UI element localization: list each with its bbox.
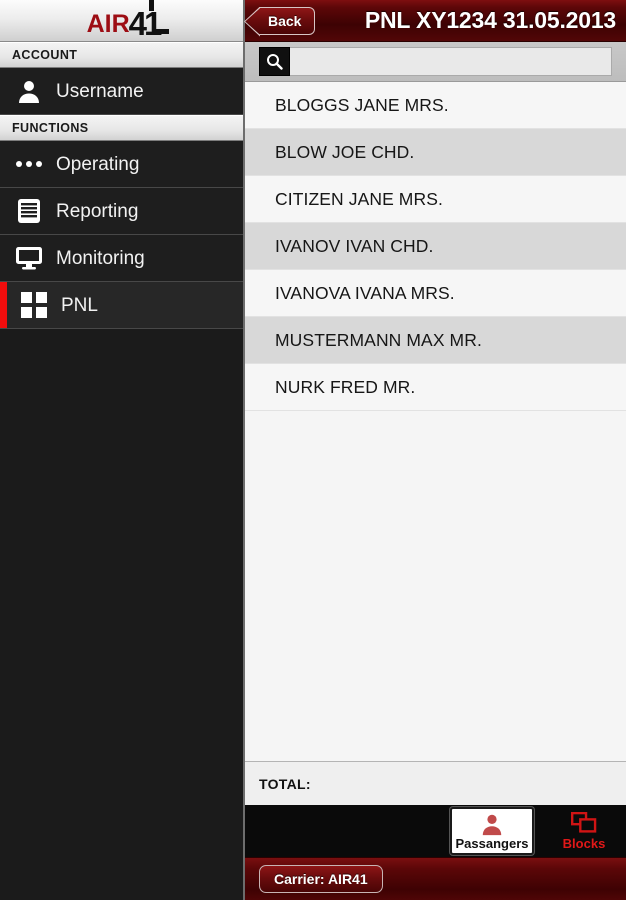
list-item[interactable]: NURK FRED MR. — [245, 364, 626, 411]
search-input[interactable] — [290, 47, 612, 76]
sidebar-item-operating[interactable]: Operating — [0, 141, 243, 188]
sidebar-section-account: ACCOUNT — [0, 42, 243, 68]
user-icon — [14, 76, 44, 106]
sidebar-item-pnl[interactable]: PNL — [0, 282, 243, 329]
logo-number-text: 41 — [128, 4, 163, 42]
tab-blocks[interactable]: Blocks — [542, 807, 626, 855]
back-button[interactable]: Back — [259, 6, 316, 35]
app-logo: AIR 41 — [0, 0, 243, 42]
page-title: PNL XY1234 31.05.2013 — [364, 7, 616, 33]
back-button-label: Back — [268, 12, 302, 29]
list-item[interactable]: BLOGGS JANE MRS. — [245, 82, 626, 129]
search-icon — [267, 54, 283, 70]
sidebar-item-reporting-label: Reporting — [56, 200, 139, 222]
grid-icon — [19, 290, 49, 320]
page-footer: Carrier: AIR41 — [245, 857, 626, 900]
passenger-list[interactable]: BLOGGS JANE MRS. BLOW JOE CHD. CITIZEN J… — [245, 82, 626, 761]
sidebar-item-monitoring[interactable]: Monitoring — [0, 235, 243, 282]
sidebar-section-functions: FUNCTIONS — [0, 115, 243, 141]
person-icon — [482, 814, 502, 836]
search-bar — [245, 42, 626, 82]
carrier-button[interactable]: Carrier: AIR41 — [259, 865, 383, 893]
document-icon — [14, 196, 44, 226]
logo-brand-text: AIR — [86, 9, 130, 38]
list-item[interactable]: MUSTERMANN MAX MR. — [245, 317, 626, 364]
sidebar: AIR 41 ACCOUNT Username FUNCTIONS Operat… — [0, 0, 245, 900]
total-row: TOTAL: — [245, 761, 626, 805]
app-window: AIR 41 ACCOUNT Username FUNCTIONS Operat… — [0, 0, 626, 900]
tab-passengers-label: Passangers — [455, 836, 529, 851]
sidebar-item-monitoring-label: Monitoring — [56, 247, 145, 269]
sidebar-item-username-label: Username — [56, 80, 144, 102]
list-item[interactable]: BLOW JOE CHD. — [245, 129, 626, 176]
tab-passengers[interactable]: Passangers — [450, 807, 534, 855]
logo-accent-bar-vertical — [149, 0, 155, 11]
search-button[interactable] — [259, 47, 290, 76]
list-item[interactable]: CITIZEN JANE MRS. — [245, 176, 626, 223]
tab-blocks-label: Blocks — [562, 836, 606, 851]
sidebar-item-username[interactable]: Username — [0, 68, 243, 115]
monitor-icon — [14, 243, 44, 273]
main-panel: Back PNL XY1234 31.05.2013 BLOGGS JANE M… — [245, 0, 626, 900]
total-label: TOTAL: — [259, 775, 311, 792]
list-item[interactable]: IVANOVA IVANA MRS. — [245, 270, 626, 317]
bottom-tab-bar: Passangers Blocks — [245, 805, 626, 857]
list-item[interactable]: IVANOV IVAN CHD. — [245, 223, 626, 270]
sidebar-item-pnl-label: PNL — [61, 294, 98, 316]
logo-mark: AIR 41 — [86, 0, 170, 42]
blocks-icon — [571, 812, 597, 833]
dots-icon — [14, 149, 44, 179]
sidebar-item-reporting[interactable]: Reporting — [0, 188, 243, 235]
logo-accent-bar-horizontal — [153, 28, 170, 34]
sidebar-empty-area — [0, 329, 243, 900]
carrier-button-label: Carrier: AIR41 — [274, 871, 368, 887]
page-header: Back PNL XY1234 31.05.2013 — [245, 0, 626, 42]
sidebar-item-operating-label: Operating — [56, 153, 140, 175]
